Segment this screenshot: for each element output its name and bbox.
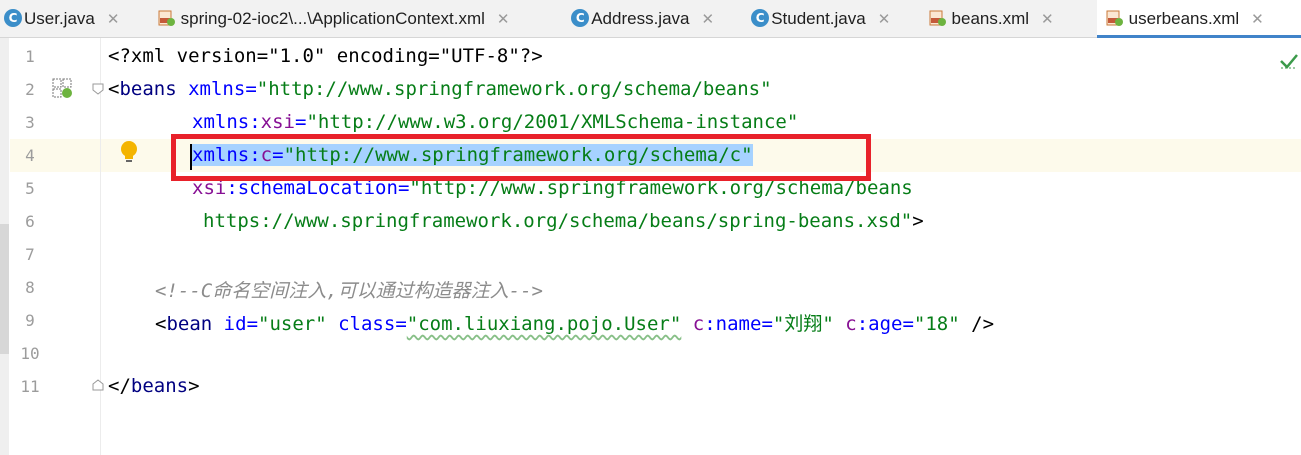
attr-value: https://www.springframework.org/schema/b… (203, 210, 913, 232)
tab-student-java[interactable]: C Student.java ✕ (747, 0, 923, 37)
code-line-11: 11 </beans> (0, 370, 1301, 403)
tag-bracket: /> (971, 313, 995, 335)
code-line-9: 9 <bean id="user" class="com.liuxiang.po… (0, 304, 1301, 337)
tab-address-java[interactable]: C Address.java ✕ (567, 0, 747, 37)
line-number: 11 (20, 377, 40, 396)
close-icon[interactable]: ✕ (702, 10, 715, 28)
line-number: 5 (25, 179, 35, 198)
attr-value: "http://www.springframework.org/schema/b… (256, 78, 772, 100)
tab-userbeans-xml[interactable]: userbeans.xml ✕ (1096, 0, 1301, 38)
attr-name: class (338, 313, 396, 335)
attr-ns: c (845, 313, 857, 335)
attr-name: name (715, 313, 762, 335)
line-number: 2 (25, 80, 35, 99)
code-line-8: 8 <!--C命名空间注入,可以通过构造器注入--> (0, 271, 1301, 304)
attr-ns: xsi (260, 111, 295, 133)
line-code: <?xml version="1.0" encoding="UTF-8"?> (108, 45, 543, 67)
tag-bracket: < (108, 78, 120, 100)
tag-name: beans (119, 78, 177, 100)
xml-comment: <!--C命名空间注入,可以通过构造器注入--> (155, 280, 543, 302)
tab-user-java[interactable]: C User.java ✕ (0, 0, 153, 37)
spring-xml-icon (929, 10, 946, 26)
close-icon[interactable]: ✕ (878, 10, 891, 28)
tab-label: User.java (24, 8, 95, 28)
attr-eq: = (294, 111, 307, 133)
code-line-10: 10 (0, 337, 1301, 370)
xml-declaration: <?xml version="1.0" encoding="UTF-8"?> (108, 45, 543, 67)
attr-value: "刘翔" (772, 313, 834, 335)
editor-tab-bar: C User.java ✕ spring-02-ioc2\...\Applica… (0, 0, 1301, 38)
tab-beans-xml[interactable]: beans.xml ✕ (924, 0, 1097, 37)
tag-name: beans (130, 375, 189, 397)
close-icon[interactable]: ✕ (497, 10, 510, 28)
code-line-2: 2 <beans xmlns="http://www.springframewo… (0, 73, 1301, 106)
line-code: <bean id="user" class="com.liuxiang.pojo… (155, 313, 995, 335)
attr-colon: : (249, 111, 261, 133)
line-number: 6 (25, 212, 35, 231)
line-number: 9 (25, 311, 35, 330)
line-number: 10 (20, 344, 40, 363)
attr-eq: = (245, 78, 257, 100)
close-icon[interactable]: ✕ (1041, 10, 1054, 28)
tag-bracket: > (912, 210, 924, 232)
attr-value: "18" (913, 313, 960, 335)
attr-value: "com.liuxiang.pojo.User" (406, 313, 682, 335)
tab-label: Student.java (771, 8, 866, 28)
java-class-icon: C (4, 9, 22, 27)
attr-name: age (868, 313, 903, 335)
tab-label: userbeans.xml (1128, 8, 1240, 28)
tab-label: spring-02-ioc2\...\ApplicationContext.xm… (180, 8, 485, 28)
line-code: https://www.springframework.org/schema/b… (203, 210, 924, 232)
attr-value: "http://www.w3.org/2001/XMLSchema-instan… (306, 111, 799, 133)
tab-label: beans.xml (951, 8, 1030, 28)
line-number: 1 (25, 47, 35, 66)
line-code: <beans xmlns="http://www.springframework… (108, 78, 772, 100)
code-editor[interactable]: 1 <?xml version="1.0" encoding="UTF-8"?>… (0, 38, 1301, 455)
tag-bracket: > (188, 375, 200, 397)
code-line-7: 7 (0, 238, 1301, 271)
tag-name: bean (166, 313, 213, 335)
attr-value: "user" (258, 313, 327, 335)
line-number: 7 (25, 245, 35, 264)
red-annotation-box (171, 134, 871, 181)
java-class-icon: C (571, 9, 590, 27)
line-number: 8 (25, 278, 35, 297)
tab-label: Address.java (591, 8, 690, 28)
spring-xml-icon (1106, 10, 1123, 26)
tag-bracket: </ (108, 375, 131, 397)
attr-name: xmlns (188, 78, 246, 100)
line-code: </beans> (108, 375, 200, 397)
attr-name: xmlns (192, 111, 250, 133)
line-number: 3 (25, 113, 35, 132)
close-icon[interactable]: ✕ (1251, 10, 1264, 28)
spring-xml-icon (158, 10, 175, 26)
line-number: 4 (25, 146, 35, 165)
tab-applicationcontext-xml[interactable]: spring-02-ioc2\...\ApplicationContext.xm… (153, 0, 568, 37)
tag-bracket: < (155, 313, 167, 335)
line-code: <!--C命名空间注入,可以通过构造器注入--> (155, 276, 543, 303)
attr-ns: c (692, 313, 705, 335)
code-line-1: 1 <?xml version="1.0" encoding="UTF-8"?> (0, 40, 1301, 73)
line-code: xmlns:xsi="http://www.w3.org/2001/XMLSch… (192, 111, 798, 133)
java-class-icon: C (751, 9, 770, 27)
close-icon[interactable]: ✕ (107, 10, 120, 28)
code-line-6: 6 https://www.springframework.org/schema… (0, 205, 1301, 238)
attr-name: id (223, 313, 247, 335)
